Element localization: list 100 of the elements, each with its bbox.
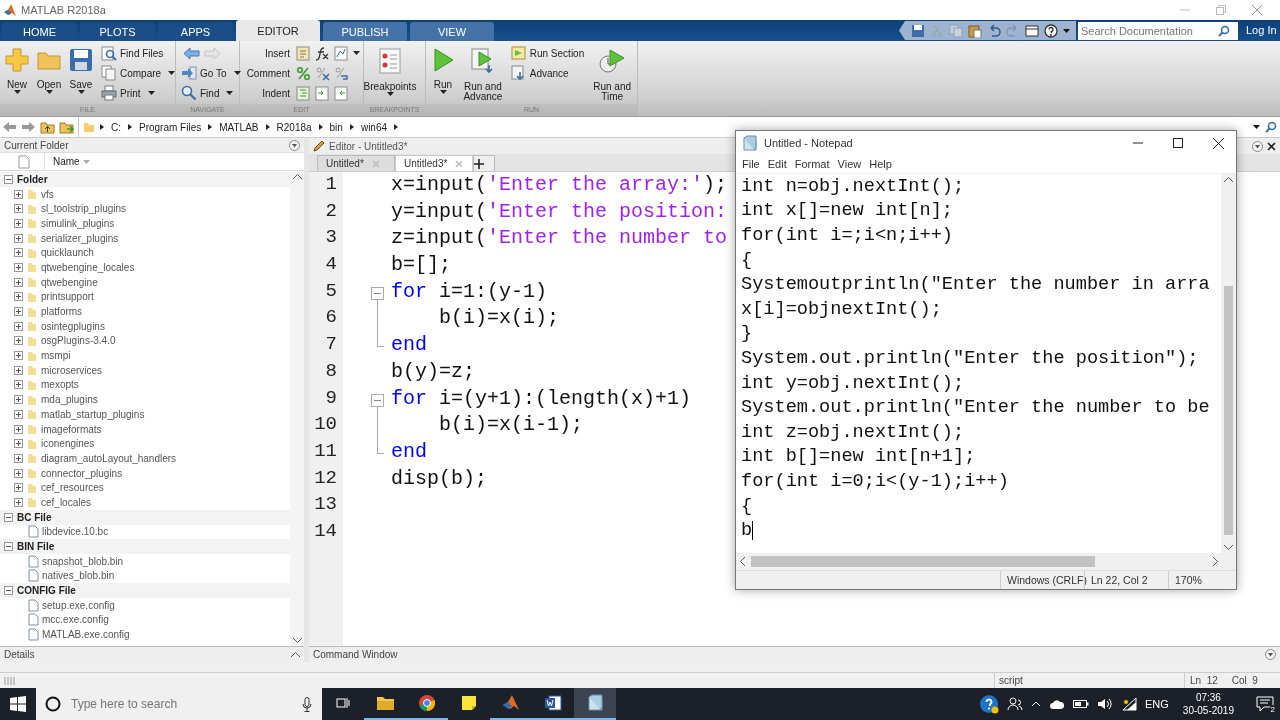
folder-name[interactable]: iconengines — [41, 438, 95, 450]
ribbon-button[interactable]: Find Files — [99, 43, 178, 63]
file-name[interactable]: natives_blob.bin — [42, 570, 115, 582]
language-indicator[interactable]: ENG — [1145, 698, 1169, 710]
folder-name[interactable]: osgPlugins-3.4.0 — [41, 335, 116, 347]
ribbon-button[interactable]: Run — [429, 43, 457, 94]
caret-icon[interactable] — [1253, 125, 1260, 129]
notification-button[interactable]: 2 — [1250, 688, 1280, 720]
folder-name[interactable]: mda_plugins — [41, 394, 98, 406]
cloud-icon[interactable] — [1049, 698, 1065, 710]
ribbon-button[interactable]: Run Section — [508, 43, 587, 63]
path-segment[interactable]: bin — [327, 121, 345, 133]
file-name[interactable]: mcc.exe.config — [42, 614, 109, 626]
ribbon-button[interactable]: Run and Advance — [461, 43, 505, 102]
folder-name[interactable]: printsupport — [41, 291, 94, 303]
path-segment[interactable]: R2018a — [274, 121, 314, 133]
folder-name[interactable]: simulink_plugins — [41, 217, 115, 229]
help-icon[interactable] — [979, 694, 999, 714]
scroll-right-icon[interactable] — [1213, 557, 1218, 566]
ribbon-button[interactable]: Run and Time — [590, 43, 634, 102]
percent-remove-icon[interactable] — [315, 65, 330, 81]
paste-icon[interactable] — [968, 23, 982, 38]
path-segment[interactable]: Program Files — [137, 121, 204, 133]
ribbon-button[interactable]: Open — [35, 43, 63, 94]
expand-icon[interactable] — [14, 365, 23, 375]
folder-name[interactable]: diagram_autoLayout_handlers — [41, 452, 177, 464]
expand-icon[interactable] — [14, 277, 23, 287]
group-header[interactable]: Folder — [17, 173, 48, 185]
speaker-icon[interactable] — [1097, 697, 1113, 711]
ribbon-button[interactable]: New — [3, 43, 31, 94]
folder-name[interactable]: imageformats — [41, 423, 102, 435]
path-segment[interactable]: win64 — [358, 121, 390, 133]
battery-icon[interactable] — [1073, 699, 1089, 709]
windows-logo-icon[interactable] — [10, 696, 26, 712]
folder-name[interactable]: quicklaunch — [41, 247, 94, 259]
menu-item[interactable]: Format — [790, 158, 834, 170]
expand-icon[interactable] — [14, 468, 23, 478]
function-icon[interactable] — [315, 45, 330, 61]
expand-icon[interactable] — [14, 395, 23, 405]
group-header[interactable]: BIN File — [17, 541, 55, 553]
fold-toggle[interactable] — [371, 286, 384, 300]
file-name[interactable]: libdevice.10.bc — [42, 526, 109, 538]
folder-name[interactable]: serializer_plugins — [41, 232, 119, 244]
folder-name[interactable]: vfs — [41, 188, 54, 200]
ribbon-button[interactable]: Compare — [99, 63, 178, 83]
expand-icon[interactable] — [14, 292, 23, 302]
menu-item[interactable]: Edit — [763, 158, 791, 170]
expand-icon[interactable] — [14, 409, 23, 419]
collapse-icon[interactable] — [4, 586, 13, 596]
toolstrip-tab[interactable]: APPS — [158, 22, 233, 41]
path-segment[interactable]: C: — [109, 121, 123, 133]
expand-icon[interactable] — [14, 351, 23, 361]
expand-icon[interactable] — [14, 453, 23, 463]
folder-name[interactable]: qtwebengine_locales — [41, 261, 135, 273]
people-icon[interactable] — [1007, 696, 1023, 712]
menu-item[interactable]: File — [738, 158, 764, 170]
menu-item[interactable]: View — [833, 158, 866, 170]
expand-icon[interactable] — [14, 218, 23, 228]
folder-name[interactable]: qtwebengine — [41, 276, 98, 288]
file-tab[interactable]: Untitled3* — [395, 155, 473, 171]
taskbar-app[interactable] — [574, 688, 616, 720]
expand-icon[interactable] — [14, 189, 23, 199]
close-icon[interactable] — [1213, 137, 1224, 149]
folder-name[interactable]: cef_resources — [41, 482, 104, 494]
folder-name[interactable]: mexopts — [41, 379, 79, 391]
expand-icon[interactable] — [14, 248, 23, 258]
file-name[interactable]: setup.exe.config — [42, 599, 115, 611]
folder-name[interactable]: osintegplugins — [41, 320, 105, 332]
panel-menu-icon[interactable] — [1265, 649, 1276, 660]
scroll-left-icon[interactable] — [740, 557, 745, 566]
expand-icon[interactable] — [14, 307, 23, 317]
folder-name[interactable]: platforms — [41, 306, 83, 318]
file-name[interactable]: snapshot_blob.bin — [42, 555, 124, 567]
back-arrow-icon[interactable] — [2, 121, 17, 133]
fold-toggle[interactable] — [371, 393, 384, 407]
group-header[interactable]: BC File — [17, 511, 52, 523]
caret-icon[interactable] — [1063, 28, 1070, 33]
collapse-icon[interactable] — [4, 512, 13, 522]
scroll-down-icon[interactable] — [1224, 545, 1233, 550]
ribbon-button[interactable]: Find — [179, 83, 243, 103]
maximize-icon[interactable] — [1173, 138, 1183, 148]
expand-icon[interactable] — [14, 262, 23, 272]
wifi-icon[interactable] — [1121, 697, 1137, 711]
undo-icon[interactable] — [987, 23, 1001, 38]
folder-name[interactable]: matlab_startup_plugins — [41, 408, 145, 420]
save-icon[interactable] — [911, 23, 925, 38]
window-layout-icon[interactable] — [1025, 23, 1039, 38]
browse-folder-icon[interactable] — [59, 120, 74, 134]
help-icon[interactable] — [1044, 23, 1058, 38]
panel-menu-icon[interactable] — [1252, 140, 1263, 152]
microphone-icon[interactable] — [302, 696, 312, 712]
toolstrip-tab[interactable]: EDITOR — [236, 20, 320, 41]
clock[interactable]: 07:36 30-05-2019 — [1182, 691, 1234, 717]
scrollbar-thumb[interactable] — [751, 556, 1095, 567]
folder-name[interactable]: connector_plugins — [41, 467, 123, 479]
toolstrip-tab[interactable]: HOME — [2, 22, 77, 41]
expand-icon[interactable] — [14, 233, 23, 243]
folder-name[interactable]: microservices — [41, 364, 103, 376]
collapse-icon[interactable] — [4, 542, 13, 552]
expand-icon[interactable] — [14, 497, 23, 507]
